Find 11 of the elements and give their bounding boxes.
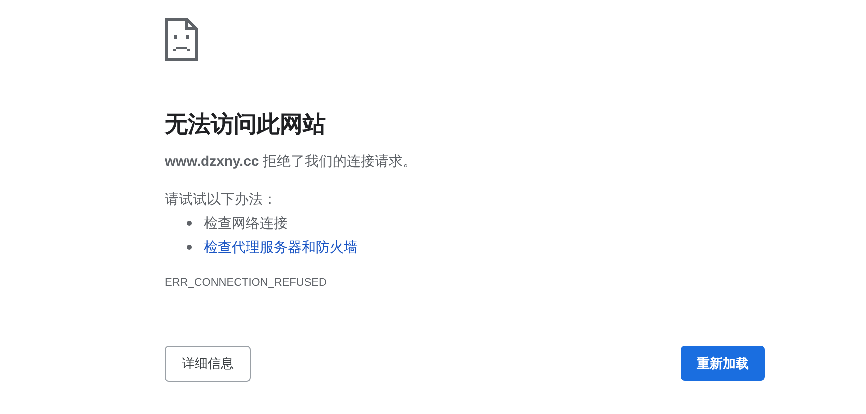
suggestion-link[interactable]: 检查代理服务器和防火墙 (204, 237, 358, 257)
error-title: 无法访问此网站 (165, 110, 327, 139)
details-button[interactable]: 详细信息 (165, 346, 251, 382)
sad-page-icon (165, 18, 198, 61)
bullet-icon (187, 220, 192, 226)
suggestion-text: 检查网络连接 (204, 214, 288, 233)
error-code: ERR_CONNECTION_REFUSED (165, 276, 328, 291)
error-message: www.dzxny.cc 拒绝了我们的连接请求。 (165, 152, 418, 171)
bullet-icon (187, 244, 192, 250)
suggestions-heading: 请试试以下办法： (165, 190, 278, 209)
reload-button[interactable]: 重新加载 (681, 346, 765, 381)
